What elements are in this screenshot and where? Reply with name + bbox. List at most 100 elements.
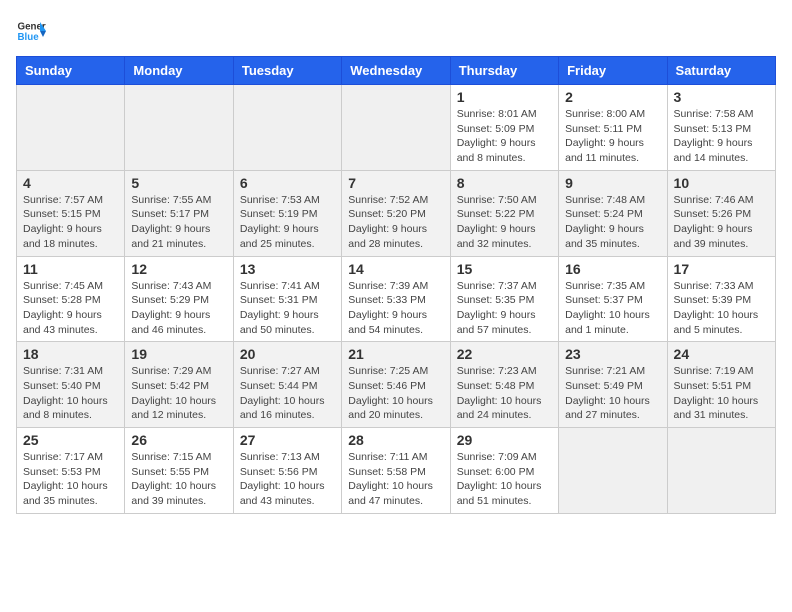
- day-cell: [342, 85, 450, 171]
- day-info: Sunrise: 7:58 AM Sunset: 5:13 PM Dayligh…: [674, 107, 769, 166]
- day-cell: 28 Sunrise: 7:11 AM Sunset: 5:58 PM Dayli…: [342, 428, 450, 514]
- day-number: 15: [457, 261, 552, 277]
- day-info: Sunrise: 7:43 AM Sunset: 5:29 PM Dayligh…: [131, 279, 226, 338]
- day-info: Sunrise: 7:13 AM Sunset: 5:56 PM Dayligh…: [240, 450, 335, 509]
- day-info: Sunrise: 7:23 AM Sunset: 5:48 PM Dayligh…: [457, 364, 552, 423]
- day-info: Sunrise: 7:15 AM Sunset: 5:55 PM Dayligh…: [131, 450, 226, 509]
- day-info: Sunrise: 7:48 AM Sunset: 5:24 PM Dayligh…: [565, 193, 660, 252]
- day-cell: 27 Sunrise: 7:13 AM Sunset: 5:56 PM Dayli…: [233, 428, 341, 514]
- day-info: Sunrise: 7:45 AM Sunset: 5:28 PM Dayligh…: [23, 279, 118, 338]
- week-row-2: 4 Sunrise: 7:57 AM Sunset: 5:15 PM Daylig…: [17, 170, 776, 256]
- day-info: Sunrise: 7:19 AM Sunset: 5:51 PM Dayligh…: [674, 364, 769, 423]
- day-number: 16: [565, 261, 660, 277]
- day-cell: 15 Sunrise: 7:37 AM Sunset: 5:35 PM Dayli…: [450, 256, 558, 342]
- day-number: 7: [348, 175, 443, 191]
- day-cell: 2 Sunrise: 8:00 AM Sunset: 5:11 PM Daylig…: [559, 85, 667, 171]
- day-number: 12: [131, 261, 226, 277]
- day-number: 6: [240, 175, 335, 191]
- day-info: Sunrise: 7:57 AM Sunset: 5:15 PM Dayligh…: [23, 193, 118, 252]
- day-number: 21: [348, 346, 443, 362]
- logo: General Blue: [16, 16, 46, 46]
- day-cell: 3 Sunrise: 7:58 AM Sunset: 5:13 PM Daylig…: [667, 85, 775, 171]
- day-number: 24: [674, 346, 769, 362]
- day-of-week-friday: Friday: [559, 57, 667, 85]
- day-info: Sunrise: 7:25 AM Sunset: 5:46 PM Dayligh…: [348, 364, 443, 423]
- day-info: Sunrise: 7:53 AM Sunset: 5:19 PM Dayligh…: [240, 193, 335, 252]
- day-number: 2: [565, 89, 660, 105]
- day-number: 13: [240, 261, 335, 277]
- day-number: 9: [565, 175, 660, 191]
- day-cell: 18Sunrise: 7:31 AM Sunset: 5:40 PM Dayli…: [17, 342, 125, 428]
- day-cell: 8 Sunrise: 7:50 AM Sunset: 5:22 PM Daylig…: [450, 170, 558, 256]
- day-info: Sunrise: 7:17 AM Sunset: 5:53 PM Dayligh…: [23, 450, 118, 509]
- day-number: 11: [23, 261, 118, 277]
- day-info: Sunrise: 7:55 AM Sunset: 5:17 PM Dayligh…: [131, 193, 226, 252]
- day-info: Sunrise: 7:33 AM Sunset: 5:39 PM Dayligh…: [674, 279, 769, 338]
- day-cell: [667, 428, 775, 514]
- day-cell: 25 Sunrise: 7:17 AM Sunset: 5:53 PM Dayli…: [17, 428, 125, 514]
- day-number: 3: [674, 89, 769, 105]
- day-cell: 29 Sunrise: 7:09 AM Sunset: 6:00 PM Dayli…: [450, 428, 558, 514]
- day-number: 23: [565, 346, 660, 362]
- day-cell: [125, 85, 233, 171]
- calendar-body: 1 Sunrise: 8:01 AM Sunset: 5:09 PM Daylig…: [17, 85, 776, 514]
- day-cell: 7 Sunrise: 7:52 AM Sunset: 5:20 PM Daylig…: [342, 170, 450, 256]
- week-row-5: 25 Sunrise: 7:17 AM Sunset: 5:53 PM Dayli…: [17, 428, 776, 514]
- day-info: Sunrise: 7:31 AM Sunset: 5:40 PM Dayligh…: [23, 364, 118, 423]
- day-cell: 14 Sunrise: 7:39 AM Sunset: 5:33 PM Dayli…: [342, 256, 450, 342]
- day-cell: 10 Sunrise: 7:46 AM Sunset: 5:26 PM Dayli…: [667, 170, 775, 256]
- day-info: Sunrise: 8:00 AM Sunset: 5:11 PM Dayligh…: [565, 107, 660, 166]
- day-cell: [17, 85, 125, 171]
- day-number: 1: [457, 89, 552, 105]
- day-cell: 6 Sunrise: 7:53 AM Sunset: 5:19 PM Daylig…: [233, 170, 341, 256]
- day-of-week-monday: Monday: [125, 57, 233, 85]
- day-info: Sunrise: 7:29 AM Sunset: 5:42 PM Dayligh…: [131, 364, 226, 423]
- day-number: 8: [457, 175, 552, 191]
- week-row-4: 18Sunrise: 7:31 AM Sunset: 5:40 PM Dayli…: [17, 342, 776, 428]
- day-cell: 9 Sunrise: 7:48 AM Sunset: 5:24 PM Daylig…: [559, 170, 667, 256]
- svg-text:Blue: Blue: [18, 32, 40, 43]
- day-cell: 5 Sunrise: 7:55 AM Sunset: 5:17 PM Daylig…: [125, 170, 233, 256]
- day-cell: [233, 85, 341, 171]
- day-info: Sunrise: 7:11 AM Sunset: 5:58 PM Dayligh…: [348, 450, 443, 509]
- day-number: 25: [23, 432, 118, 448]
- day-info: Sunrise: 7:41 AM Sunset: 5:31 PM Dayligh…: [240, 279, 335, 338]
- day-info: Sunrise: 7:39 AM Sunset: 5:33 PM Dayligh…: [348, 279, 443, 338]
- day-cell: 26 Sunrise: 7:15 AM Sunset: 5:55 PM Dayli…: [125, 428, 233, 514]
- day-info: Sunrise: 7:37 AM Sunset: 5:35 PM Dayligh…: [457, 279, 552, 338]
- logo-icon: General Blue: [16, 16, 46, 46]
- day-number: 5: [131, 175, 226, 191]
- day-number: 14: [348, 261, 443, 277]
- day-of-week-sunday: Sunday: [17, 57, 125, 85]
- day-of-week-saturday: Saturday: [667, 57, 775, 85]
- calendar-header: SundayMondayTuesdayWednesdayThursdayFrid…: [17, 57, 776, 85]
- page-header: General Blue: [16, 16, 776, 46]
- day-cell: 19Sunrise: 7:29 AM Sunset: 5:42 PM Dayli…: [125, 342, 233, 428]
- day-cell: 16 Sunrise: 7:35 AM Sunset: 5:37 PM Dayli…: [559, 256, 667, 342]
- day-of-week-thursday: Thursday: [450, 57, 558, 85]
- day-info: Sunrise: 7:09 AM Sunset: 6:00 PM Dayligh…: [457, 450, 552, 509]
- day-of-week-tuesday: Tuesday: [233, 57, 341, 85]
- day-number: 10: [674, 175, 769, 191]
- day-cell: 4 Sunrise: 7:57 AM Sunset: 5:15 PM Daylig…: [17, 170, 125, 256]
- day-info: Sunrise: 7:52 AM Sunset: 5:20 PM Dayligh…: [348, 193, 443, 252]
- day-number: 27: [240, 432, 335, 448]
- day-cell: 21 Sunrise: 7:25 AM Sunset: 5:46 PM Dayli…: [342, 342, 450, 428]
- day-number: 28: [348, 432, 443, 448]
- day-cell: 13 Sunrise: 7:41 AM Sunset: 5:31 PM Dayli…: [233, 256, 341, 342]
- day-number: 4: [23, 175, 118, 191]
- calendar-table: SundayMondayTuesdayWednesdayThursdayFrid…: [16, 56, 776, 514]
- day-header-row: SundayMondayTuesdayWednesdayThursdayFrid…: [17, 57, 776, 85]
- day-info: Sunrise: 7:21 AM Sunset: 5:49 PM Dayligh…: [565, 364, 660, 423]
- day-cell: 24 Sunrise: 7:19 AM Sunset: 5:51 PM Dayli…: [667, 342, 775, 428]
- day-of-week-wednesday: Wednesday: [342, 57, 450, 85]
- day-info: Sunrise: 7:50 AM Sunset: 5:22 PM Dayligh…: [457, 193, 552, 252]
- week-row-1: 1 Sunrise: 8:01 AM Sunset: 5:09 PM Daylig…: [17, 85, 776, 171]
- day-number: 29: [457, 432, 552, 448]
- day-number: 26: [131, 432, 226, 448]
- day-number: 17: [674, 261, 769, 277]
- day-info: Sunrise: 7:35 AM Sunset: 5:37 PM Dayligh…: [565, 279, 660, 338]
- day-cell: [559, 428, 667, 514]
- day-info: Sunrise: 7:46 AM Sunset: 5:26 PM Dayligh…: [674, 193, 769, 252]
- day-info: Sunrise: 8:01 AM Sunset: 5:09 PM Dayligh…: [457, 107, 552, 166]
